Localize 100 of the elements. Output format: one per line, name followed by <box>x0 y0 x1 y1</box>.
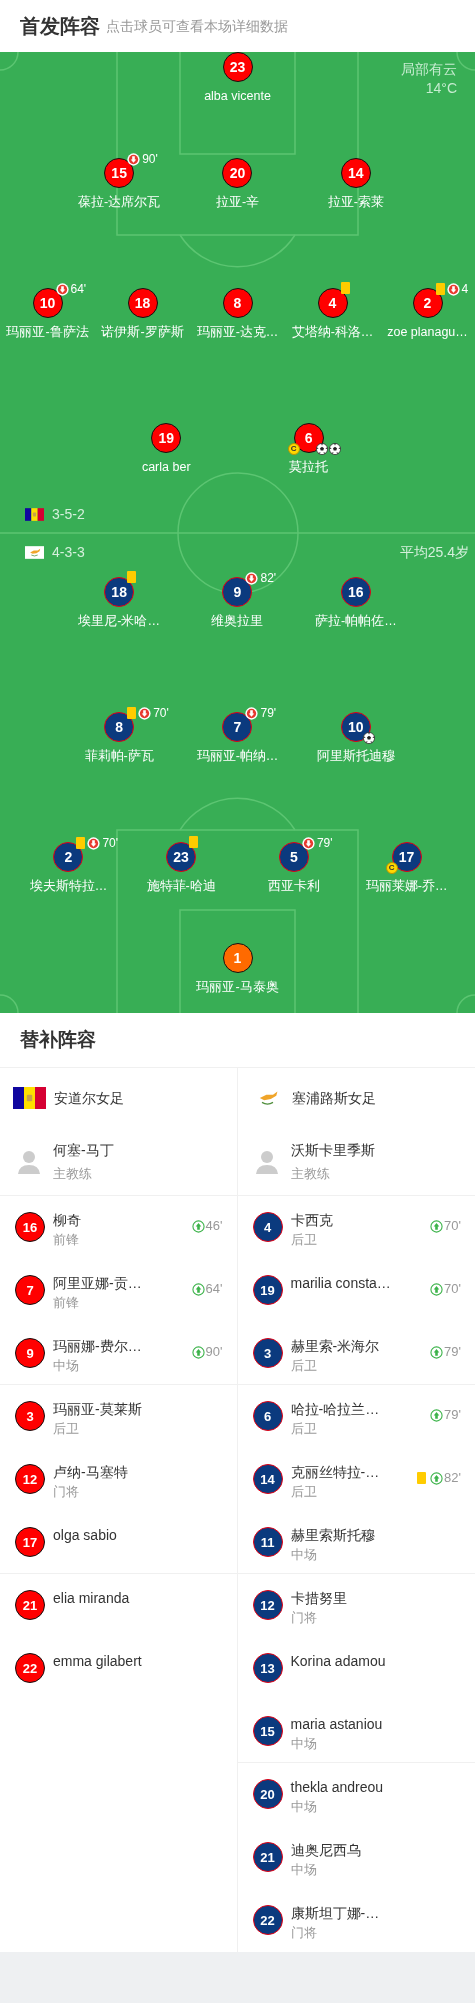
down-arrow-icon <box>87 836 101 850</box>
player-position: 中场 <box>290 1546 318 1564</box>
coach-role: 主教练 <box>290 1164 331 1183</box>
player-position: 前锋 <box>53 1231 80 1249</box>
player-name: olga sabio <box>53 1526 117 1544</box>
player-position: 后卫 <box>290 1483 318 1501</box>
player-number: 22 <box>15 1653 45 1683</box>
player-name: 赫里索-米海尔 <box>290 1337 380 1355</box>
temperature-text: 14°C <box>425 79 457 98</box>
player-number: 22 <box>252 1905 283 1935</box>
team-name: 安道尔女足 <box>54 1088 124 1108</box>
player-name: 萨拉-帕帕佐… <box>315 613 397 629</box>
card-icon <box>417 1472 427 1484</box>
player-number: 11 <box>252 1527 283 1557</box>
player-name: 玛丽亚-达克… <box>196 324 279 340</box>
coach-role: 主教练 <box>53 1164 93 1183</box>
player-name: 阿里斯托迪穆 <box>316 748 395 764</box>
player-number: 12 <box>252 1590 283 1620</box>
player-number: 3 <box>252 1338 283 1368</box>
substitution-minute: 79' <box>444 1344 461 1360</box>
formation-text: 4-3-3 <box>52 542 85 562</box>
player-number: 6 <box>252 1401 283 1431</box>
weather-text: 局部有云 <box>401 60 457 79</box>
player-position: 前锋 <box>53 1294 80 1312</box>
player-number: 7 <box>15 1275 45 1305</box>
card-icon <box>189 836 199 848</box>
down-arrow-icon <box>127 152 141 166</box>
player-number: 9 <box>15 1338 45 1368</box>
player-number: 21 <box>252 1842 283 1872</box>
player-name: 柳奇 <box>53 1211 81 1229</box>
substitution-minute: 79' <box>260 706 277 720</box>
player-name: thekla andreou <box>290 1778 384 1796</box>
substitution-minute: 82' <box>444 1470 461 1486</box>
player-position: 后卫 <box>53 1420 80 1438</box>
player-name: 诺伊斯-罗萨斯 <box>101 324 184 340</box>
player-name: 迪奥尼西乌 <box>290 1841 361 1859</box>
substitution-minute: 70' <box>153 706 169 720</box>
player-position: 门将 <box>53 1483 80 1501</box>
player-name: maria astaniou <box>290 1715 383 1733</box>
player-position: 门将 <box>290 1924 318 1942</box>
player-name: 玛丽亚-鲁萨法 <box>6 324 89 340</box>
player-name: 卡西克 <box>290 1211 333 1229</box>
player-name: 玛丽亚-莫莱斯 <box>53 1400 142 1418</box>
player-position: 门将 <box>290 1609 318 1627</box>
coach-name: 何塞-马丁 <box>53 1140 114 1160</box>
player-name: carla ber <box>141 459 191 475</box>
player-number: 13 <box>252 1653 283 1683</box>
player-name: 卡措努里 <box>290 1589 347 1607</box>
flag-icon <box>13 1087 46 1109</box>
down-arrow-icon <box>245 706 259 720</box>
card-icon <box>127 571 137 583</box>
player-number: 19 <box>252 1275 283 1305</box>
down-arrow-icon <box>55 282 69 296</box>
formation-text: 3-5-2 <box>52 504 85 524</box>
down-arrow-icon <box>245 571 259 585</box>
card-icon <box>340 282 350 294</box>
player-position: 中场 <box>53 1357 80 1375</box>
player-position: 后卫 <box>290 1420 318 1438</box>
player-name: marilia consta… <box>290 1274 391 1292</box>
player-number: 12 <box>15 1464 45 1494</box>
player-position: 中场 <box>290 1861 318 1879</box>
player-name: 埃里尼-米哈… <box>78 613 160 629</box>
player-name: 西亚卡利 <box>267 878 320 894</box>
section-title: 首发阵容 <box>20 14 100 39</box>
player-number: 16 <box>15 1212 45 1242</box>
substitution-minute: 70' <box>444 1218 461 1234</box>
substitution-minute: 64' <box>205 1281 223 1297</box>
player-name: 玛丽亚-马泰奥 <box>196 979 279 995</box>
flag-icon <box>25 507 44 521</box>
player-name: 艾塔纳-科洛… <box>291 324 374 340</box>
player-name: 康斯坦丁娜-… <box>290 1904 380 1922</box>
player-name: 卢纳-马塞特 <box>53 1463 128 1481</box>
substitution-minute: 46' <box>205 1218 223 1234</box>
substitution-minute: 70' <box>102 836 118 850</box>
player-number: 15 <box>252 1716 283 1746</box>
player-number: 17 <box>15 1527 45 1557</box>
player-name: 拉亚-索莱 <box>327 194 384 210</box>
section-subtitle: 点击球员可查看本场详细数据 <box>106 16 288 36</box>
substitution-minute: 70' <box>444 1281 461 1297</box>
player-name: 维奥拉里 <box>211 613 264 629</box>
player-position: 中场 <box>290 1735 318 1753</box>
player-name: 玛丽莱娜-乔… <box>365 878 448 894</box>
card-icon <box>127 707 137 719</box>
down-arrow-icon <box>138 706 152 720</box>
substitution-minute: 4 <box>461 282 469 296</box>
section-title: 替补阵容 <box>20 1027 96 1052</box>
player-name: elia miranda <box>53 1589 130 1607</box>
player-name: 菲莉帕-萨瓦 <box>84 748 154 764</box>
player-position: 中场 <box>290 1798 318 1816</box>
player-name: 施特菲-哈迪 <box>146 878 216 894</box>
down-arrow-icon <box>446 282 460 296</box>
player-name: 阿里亚娜-贡… <box>53 1274 142 1292</box>
player-name: 玛丽娜-费尔… <box>53 1337 142 1355</box>
player-number: 14 <box>252 1464 283 1494</box>
player-name: emma gilabert <box>53 1652 142 1670</box>
player-number: 4 <box>252 1212 283 1242</box>
substitution-minute: 90' <box>142 152 158 166</box>
card-icon <box>76 837 86 849</box>
player-position: 后卫 <box>290 1231 318 1249</box>
person-silhouette-icon <box>17 1148 41 1175</box>
